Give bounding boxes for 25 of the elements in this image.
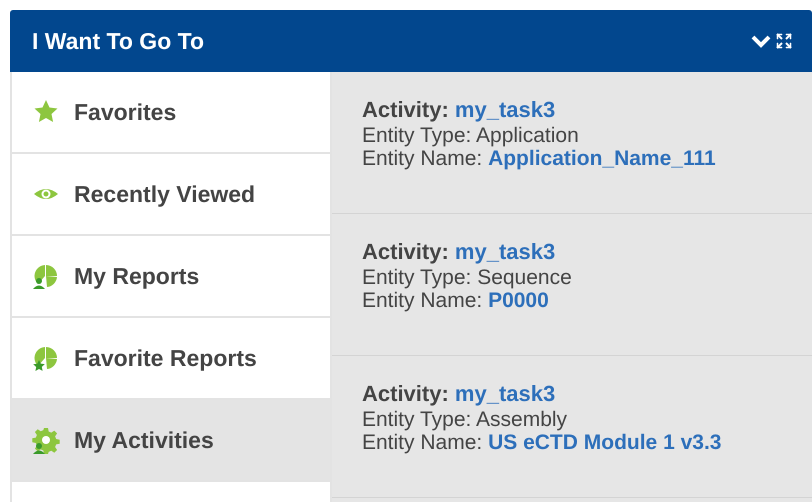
- field-value: Assembly: [476, 408, 568, 431]
- field-label: Activity:: [362, 97, 449, 122]
- field-label: Activity:: [362, 381, 449, 406]
- field-label: Entity Name:: [362, 289, 482, 312]
- panel-title: I Want To Go To: [32, 26, 204, 56]
- sidebar-item[interactable]: My Activities: [12, 400, 330, 482]
- field-label: Entity Type:: [362, 266, 472, 289]
- field-label: Entity Name:: [362, 431, 482, 454]
- field-value: Application: [476, 124, 579, 147]
- entity-link[interactable]: Application_Name_111: [488, 147, 716, 170]
- entity-link[interactable]: my_task3: [454, 381, 556, 406]
- field-label: Entity Type:: [362, 408, 472, 431]
- field-value: Sequence: [477, 266, 572, 289]
- collapse-icon[interactable]: [750, 33, 772, 49]
- field-label: Activity:: [362, 239, 449, 264]
- pie-chart-star-icon: [32, 344, 60, 372]
- entity-link[interactable]: my_task3: [454, 239, 556, 264]
- entity-link[interactable]: US eCTD Module 1 v3.3: [488, 431, 722, 454]
- entity-link[interactable]: my_task3: [454, 97, 556, 122]
- entity-link[interactable]: P0000: [488, 289, 549, 312]
- field-label: Entity Type:: [362, 124, 472, 147]
- field-label: Entity Name:: [362, 147, 482, 170]
- pie-chart-user-icon: [32, 262, 60, 290]
- gear-user-icon: [32, 426, 60, 454]
- expand-icon[interactable]: [776, 33, 792, 49]
